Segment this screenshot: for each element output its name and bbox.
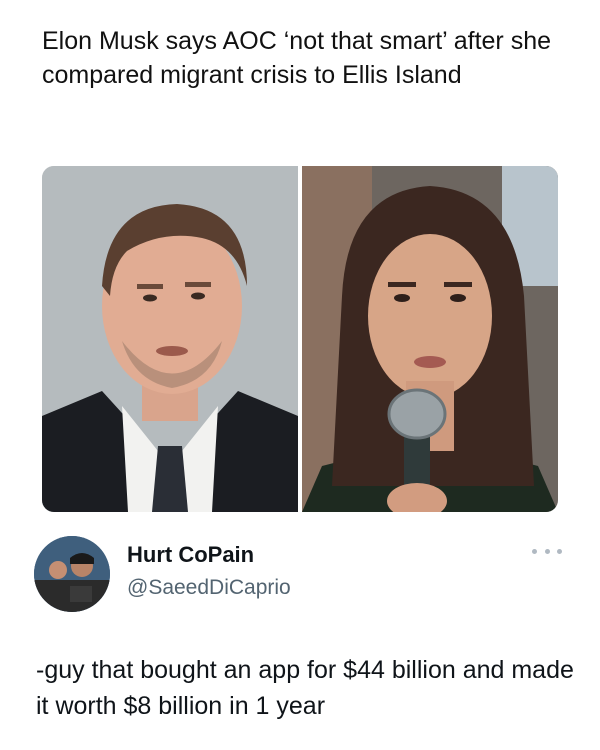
more-dot bbox=[557, 548, 562, 554]
photo-woman-with-microphone bbox=[302, 166, 558, 512]
more-horizontal-icon[interactable] bbox=[532, 544, 562, 558]
news-photo[interactable] bbox=[42, 166, 558, 512]
user-handle[interactable]: @SaeedDiCaprio bbox=[127, 576, 291, 600]
headline: Elon Musk says AOC ‘not that smart’ afte… bbox=[42, 27, 551, 89]
tweet-header: Hurt CoPain @SaeedDiCaprio bbox=[34, 536, 564, 616]
photo-man-in-suit bbox=[42, 166, 298, 512]
more-dot bbox=[532, 548, 537, 554]
tweet-text: -guy that bought an app for $44 billion … bbox=[36, 656, 574, 720]
more-dot bbox=[544, 548, 550, 554]
avatar[interactable] bbox=[34, 536, 110, 612]
display-name[interactable]: Hurt CoPain bbox=[127, 542, 254, 568]
